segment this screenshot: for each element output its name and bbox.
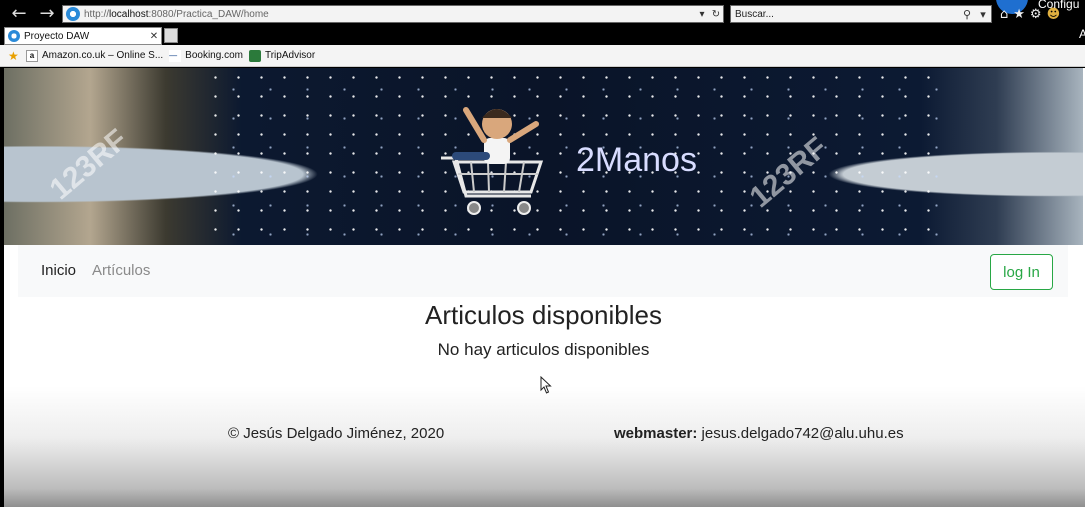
- login-button[interactable]: log In: [990, 254, 1053, 290]
- address-url[interactable]: http://localhost:8080/Practica_DAW/home: [84, 9, 695, 20]
- config-label[interactable]: Configu: [1038, 0, 1079, 11]
- footer-copyright: © Jesús Delgado Jiménez, 2020: [228, 425, 445, 442]
- webmaster-email[interactable]: jesus.delgado742@alu.uhu.es: [702, 425, 904, 442]
- address-bar[interactable]: http://localhost:8080/Practica_DAW/home …: [62, 5, 724, 23]
- search-icon[interactable]: ⚲: [959, 8, 975, 21]
- booking-icon: —: [169, 49, 182, 62]
- back-arrow-icon[interactable]: ←: [8, 4, 30, 24]
- watermark-left: 123RF: [43, 123, 134, 207]
- favorite-tripadvisor[interactable]: TripAdvisor: [248, 49, 315, 62]
- browser-toolbar: ← → http://localhost:8080/Practica_DAW/h…: [0, 0, 1085, 27]
- nav-articles-link[interactable]: Artículos: [92, 262, 150, 279]
- favorites-star-icon[interactable]: ★: [8, 50, 20, 62]
- refresh-icon[interactable]: ↻: [709, 9, 723, 20]
- brand-name: 2Manos: [576, 141, 697, 179]
- hero-banner: 123RF 123RF 2Manos: [4, 68, 1083, 245]
- mouse-cursor-icon: [540, 376, 552, 394]
- search-dropdown-icon[interactable]: ▾: [975, 8, 991, 21]
- empty-message: No hay articulos disponibles: [437, 340, 650, 359]
- config-label-2: A: [1079, 27, 1085, 41]
- main-navbar: Inicio Artículos log In: [18, 245, 1068, 297]
- search-placeholder[interactable]: Buscar...: [731, 9, 959, 20]
- favorite-booking-label[interactable]: Booking.com: [185, 50, 243, 61]
- close-tab-icon[interactable]: ✕: [147, 31, 161, 42]
- favorite-amazon-label[interactable]: Amazon.co.uk – Online S...: [42, 50, 163, 61]
- page-title: Articulos disponibles: [424, 300, 662, 330]
- tripadvisor-icon: [248, 49, 261, 62]
- favorites-bar: ★ a Amazon.co.uk – Online S... — Booking…: [0, 45, 1085, 67]
- page-viewport: 123RF 123RF 2Manos Inicio Artículos log …: [4, 68, 1085, 507]
- tab-title[interactable]: Proyecto DAW: [24, 31, 147, 42]
- ie-tab-icon: [8, 30, 20, 42]
- favorites-star-icon[interactable]: ★: [1013, 7, 1025, 22]
- tab-bar: Proyecto DAW ✕: [0, 27, 1078, 45]
- search-box[interactable]: Buscar... ⚲ ▾: [730, 5, 992, 23]
- dropdown-icon[interactable]: ▾: [695, 9, 709, 20]
- forward-arrow-icon[interactable]: →: [36, 4, 58, 24]
- favorite-booking[interactable]: — Booking.com: [169, 49, 243, 62]
- ie-logo-icon: [66, 7, 80, 21]
- amazon-icon: a: [26, 49, 38, 62]
- favorite-tripadvisor-label[interactable]: TripAdvisor: [265, 50, 315, 61]
- nav-home-link[interactable]: Inicio: [41, 262, 76, 279]
- footer-webmaster: webmaster: jesus.delgado742@alu.uhu.es: [614, 425, 904, 442]
- mascot-cart-logo: [441, 107, 544, 215]
- webmaster-label: webmaster:: [614, 425, 698, 442]
- home-icon[interactable]: ⌂: [1000, 7, 1008, 22]
- tab-proyecto-daw[interactable]: Proyecto DAW ✕: [4, 27, 162, 45]
- favorite-amazon[interactable]: a Amazon.co.uk – Online S...: [26, 49, 163, 62]
- new-tab-button[interactable]: [164, 28, 178, 43]
